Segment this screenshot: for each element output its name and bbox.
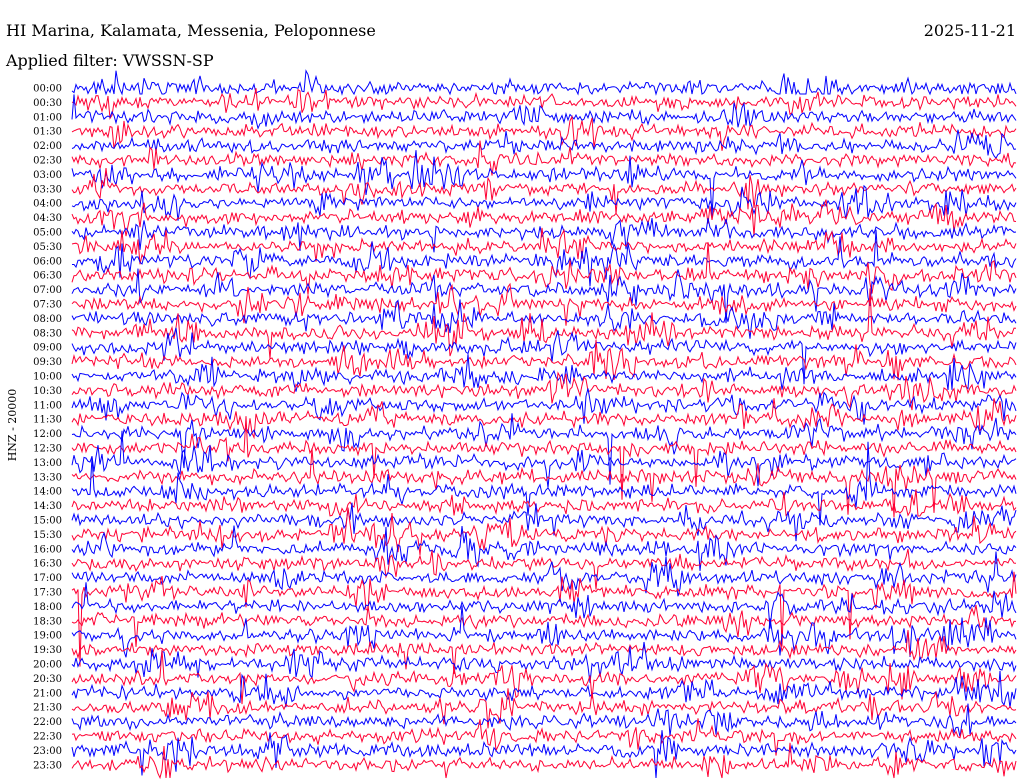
trace-line — [71, 742, 1017, 780]
time-label: 09:30 — [33, 357, 62, 368]
time-label: 22:30 — [33, 732, 62, 743]
time-label: 10:00 — [33, 372, 62, 383]
time-label: 12:30 — [33, 444, 62, 455]
time-label: 13:30 — [33, 472, 62, 483]
time-label: 02:00 — [33, 141, 62, 152]
time-label: 04:00 — [33, 199, 62, 210]
time-label: 17:30 — [33, 588, 62, 599]
time-label: 01:00 — [33, 112, 62, 123]
station-title: HI Marina, Kalamata, Messenia, Peloponne… — [6, 21, 376, 40]
time-label: 00:30 — [33, 98, 62, 109]
trace-line — [71, 69, 1017, 96]
time-label: 14:00 — [33, 487, 62, 498]
time-label: 11:00 — [33, 400, 62, 411]
time-label: 07:00 — [33, 285, 62, 296]
time-label-group: 00:00 00:30 01:00 01:30 02:00 02:30 03:00 03:30… — [33, 84, 62, 772]
time-label: 00:00 — [33, 84, 62, 95]
time-label: 16:30 — [33, 559, 62, 570]
time-label: 18:30 — [33, 616, 62, 627]
trace-line — [71, 88, 1017, 120]
date-label: 2025-11-21 — [924, 21, 1016, 40]
time-label: 02:30 — [33, 156, 62, 167]
time-label: 04:30 — [33, 213, 62, 224]
trace-line — [71, 649, 1017, 705]
time-label: 23:30 — [33, 760, 62, 771]
filter-label: Applied filter: VWSSN-SP — [5, 51, 214, 70]
trace-line — [71, 441, 1017, 526]
channel-axis-label: HNZ - 20000 — [6, 389, 19, 462]
time-label: 10:30 — [33, 386, 62, 397]
time-label: 06:30 — [33, 271, 62, 282]
time-label: 14:30 — [33, 501, 62, 512]
time-label: 08:30 — [33, 328, 62, 339]
time-label: 19:30 — [33, 645, 62, 656]
time-label: 18:00 — [33, 602, 62, 613]
time-label: 13:00 — [33, 458, 62, 469]
time-label: 16:00 — [33, 544, 62, 555]
time-label: 20:00 — [33, 660, 62, 671]
trace-line — [71, 129, 1017, 160]
trace-line — [71, 703, 1017, 737]
trace-group — [71, 69, 1017, 780]
time-label: 05:30 — [33, 242, 62, 253]
time-label: 21:00 — [33, 688, 62, 699]
time-label: 03:30 — [33, 184, 62, 195]
time-label: 05:00 — [33, 228, 62, 239]
trace-line — [71, 604, 1017, 647]
time-label: 23:00 — [33, 746, 62, 757]
time-label: 19:00 — [33, 631, 62, 642]
helicorder-svg: 00:00 00:30 01:00 01:30 02:00 02:30 03:00 03:30… — [5, 21, 1017, 780]
time-label: 15:30 — [33, 530, 62, 541]
time-label: 12:00 — [33, 429, 62, 440]
time-label: 03:00 — [33, 170, 62, 181]
time-label: 20:30 — [33, 674, 62, 685]
time-label: 22:00 — [33, 717, 62, 728]
time-label: 15:00 — [33, 516, 62, 527]
time-label: 08:00 — [33, 314, 62, 325]
helicorder-chart: 00:00 00:30 01:00 01:30 02:00 02:30 03:00 03:30… — [0, 0, 1024, 780]
time-label: 07:30 — [33, 300, 62, 311]
time-label: 21:30 — [33, 703, 62, 714]
time-label: 11:30 — [33, 415, 62, 426]
time-label: 01:30 — [33, 127, 62, 138]
time-label: 17:00 — [33, 573, 62, 584]
time-label: 06:00 — [33, 256, 62, 267]
time-label: 09:00 — [33, 343, 62, 354]
